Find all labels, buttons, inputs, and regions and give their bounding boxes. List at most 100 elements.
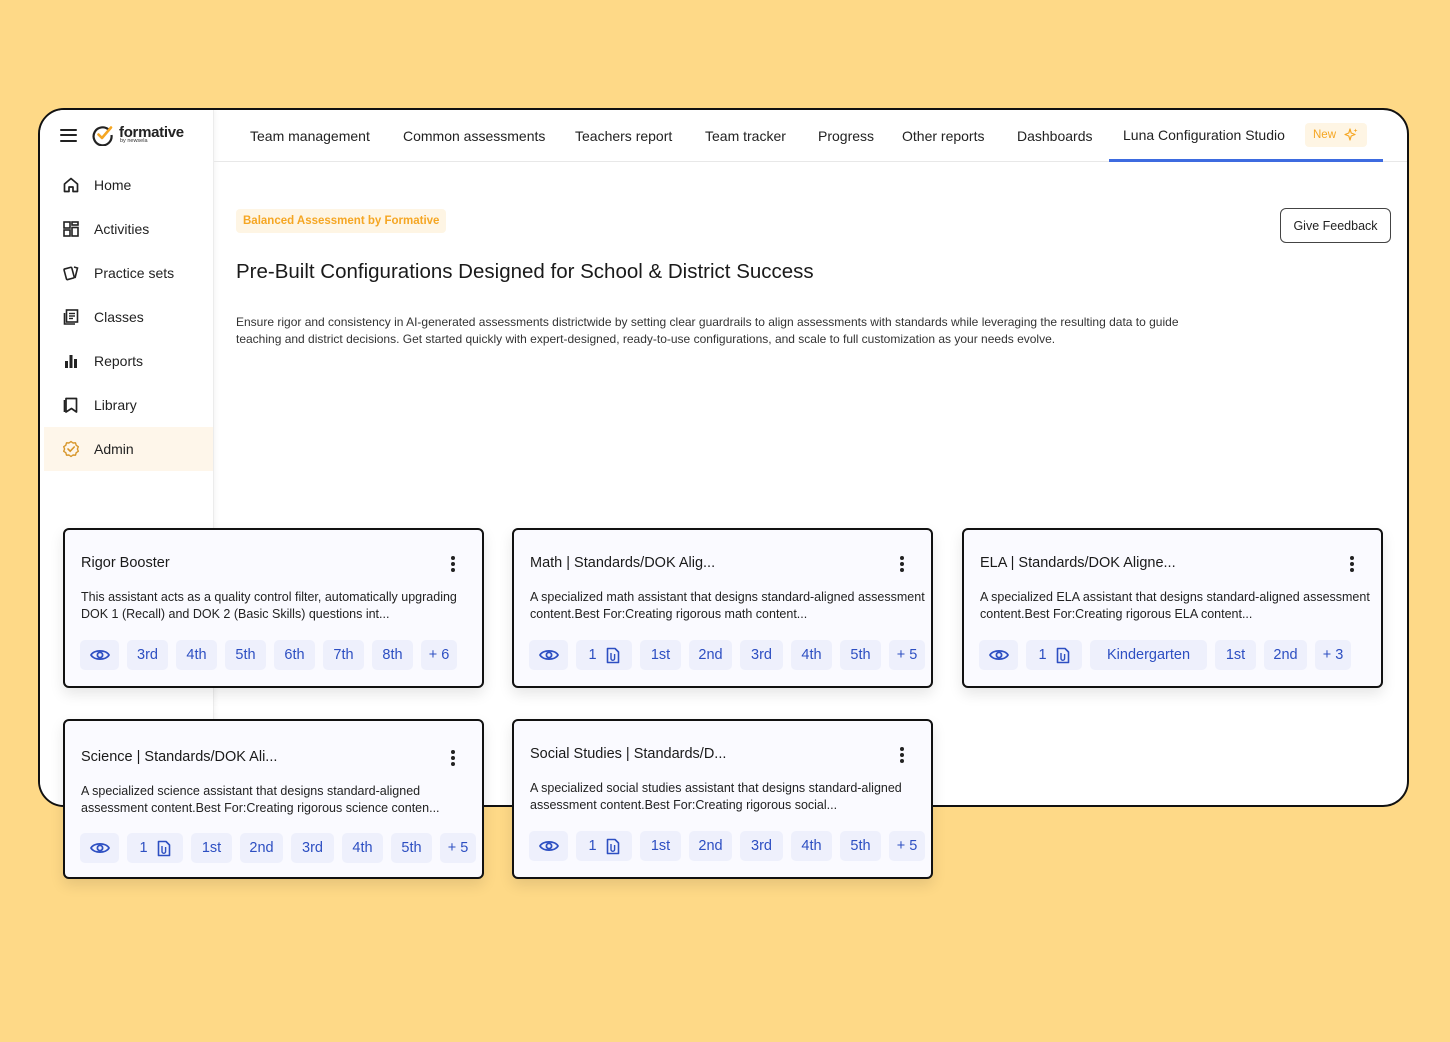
more-grades-chip[interactable]: + 5	[440, 833, 476, 863]
more-grades-chip[interactable]: + 5	[889, 640, 925, 670]
tab-dashboards[interactable]: Dashboards	[1017, 110, 1093, 162]
grade-chip: 1st	[640, 640, 681, 670]
sidebar-nav: Home Activities Practice sets Classes Re…	[44, 163, 213, 471]
sidebar-item-label: Admin	[94, 441, 134, 457]
tab-other-reports[interactable]: Other reports	[902, 110, 984, 162]
grade-chip: 1st	[640, 831, 681, 861]
sidebar-item-activities[interactable]: Activities	[44, 207, 213, 251]
card-title: Social Studies | Standards/D...	[530, 746, 727, 762]
more-options-icon[interactable]	[899, 556, 905, 572]
grade-chip: 1st	[1215, 640, 1256, 670]
sidebar-item-label: Practice sets	[94, 265, 175, 281]
main-content: Balanced Assessment by Formative Give Fe…	[214, 162, 1407, 805]
menu-icon[interactable]	[60, 128, 77, 142]
sidebar-item-label: Reports	[94, 353, 144, 369]
document-count: 1	[588, 838, 597, 854]
more-options-icon[interactable]	[1349, 556, 1355, 572]
preview-button[interactable]	[529, 640, 568, 670]
more-grades-chip[interactable]: + 6	[421, 640, 457, 670]
eye-icon	[89, 649, 110, 661]
grade-chip: 4th	[342, 833, 383, 863]
grade-chip: 2nd	[689, 640, 732, 670]
grade-chip: 5th	[225, 640, 266, 670]
cards-icon	[61, 263, 81, 283]
grade-chip: 6th	[274, 640, 315, 670]
sparkle-icon	[1344, 128, 1358, 141]
card-description: A specialized ELA assistant that designs…	[980, 590, 1370, 621]
give-feedback-button[interactable]: Give Feedback	[1280, 208, 1391, 243]
grade-chip: 2nd	[1264, 640, 1307, 670]
sidebar-item-reports[interactable]: Reports	[44, 339, 213, 383]
grade-chip: 2nd	[689, 831, 732, 861]
more-options-icon[interactable]	[899, 747, 905, 763]
admin-badge-icon	[61, 439, 81, 459]
config-card-science[interactable]: Science | Standards/DOK Ali... A special…	[63, 719, 484, 879]
brand-subline: by newsela	[120, 138, 148, 145]
card-title: ELA | Standards/DOK Aligne...	[980, 555, 1176, 571]
more-grades-chip[interactable]: + 3	[1315, 640, 1351, 670]
grade-chip: 5th	[840, 831, 881, 861]
new-badge: New	[1305, 123, 1367, 147]
config-card-social-studies[interactable]: Social Studies | Standards/D... A specia…	[512, 719, 933, 879]
document-count: 1	[588, 647, 597, 663]
grade-chip: 5th	[840, 640, 881, 670]
preview-button[interactable]	[80, 640, 119, 670]
tab-team-tracker[interactable]: Team tracker	[705, 110, 786, 162]
grade-chip: 3rd	[127, 640, 168, 670]
tab-progress[interactable]: Progress	[818, 110, 874, 162]
more-options-icon[interactable]	[450, 750, 456, 766]
document-icon	[157, 840, 170, 856]
category-pill: Balanced Assessment by Formative	[236, 209, 447, 233]
config-card-rigor-booster[interactable]: Rigor Booster This assistant acts as a q…	[63, 528, 484, 688]
eye-icon	[89, 842, 110, 854]
sidebar-item-label: Library	[94, 397, 137, 413]
grade-chip: 4th	[791, 831, 832, 861]
card-title: Science | Standards/DOK Ali...	[81, 749, 278, 765]
bookmark-icon	[61, 395, 81, 415]
tab-team-management[interactable]: Team management	[250, 110, 370, 162]
classes-icon	[61, 307, 81, 327]
tab-teachers-report[interactable]: Teachers report	[575, 110, 672, 162]
more-options-icon[interactable]	[450, 556, 456, 572]
document-icon	[606, 838, 619, 854]
more-grades-chip[interactable]: + 5	[889, 831, 925, 861]
grade-chip: 7th	[323, 640, 364, 670]
tab-common-assessments[interactable]: Common assessments	[403, 110, 545, 162]
grade-chip: 4th	[791, 640, 832, 670]
logo-text: formative by newsela	[119, 125, 184, 145]
document-count-chip: 1	[1026, 640, 1082, 670]
preview-button[interactable]	[80, 833, 119, 863]
sidebar-item-label: Classes	[94, 309, 144, 325]
bar-chart-icon	[61, 351, 81, 371]
grade-chip: 2nd	[240, 833, 283, 863]
config-card-math[interactable]: Math | Standards/DOK Alig... A specializ…	[512, 528, 933, 688]
document-count: 1	[139, 840, 148, 856]
card-description: A specialized social studies assistant t…	[530, 781, 902, 812]
preview-button[interactable]	[979, 640, 1018, 670]
app-window: formative by newsela Home Activities Pra…	[38, 108, 1409, 807]
grade-chip: 3rd	[740, 831, 783, 861]
grade-chip: Kindergarten	[1090, 640, 1207, 670]
document-count-chip: 1	[576, 831, 632, 861]
card-description: This assistant acts as a quality control…	[81, 590, 457, 621]
config-card-ela[interactable]: ELA | Standards/DOK Aligne... A speciali…	[962, 528, 1383, 688]
preview-button[interactable]	[529, 831, 568, 861]
new-badge-label: New	[1313, 129, 1337, 141]
home-icon	[61, 175, 81, 195]
grade-chip: 3rd	[740, 640, 783, 670]
sidebar-item-admin[interactable]: Admin	[44, 427, 213, 471]
sidebar-item-label: Activities	[94, 221, 150, 237]
document-icon	[1056, 647, 1069, 663]
sidebar-item-home[interactable]: Home	[44, 163, 213, 207]
card-description: A specialized math assistant that design…	[530, 590, 925, 621]
grade-chip: 8th	[372, 640, 413, 670]
grade-chip: 1st	[191, 833, 232, 863]
top-nav: Team management Common assessments Teach…	[214, 110, 1407, 162]
formative-logo-icon	[92, 126, 113, 146]
sidebar-item-library[interactable]: Library	[44, 383, 213, 427]
grid-icon	[61, 219, 81, 239]
document-count-chip: 1	[576, 640, 632, 670]
sidebar-item-classes[interactable]: Classes	[44, 295, 213, 339]
card-description: A specialized science assistant that des…	[81, 784, 440, 815]
sidebar-item-practice-sets[interactable]: Practice sets	[44, 251, 213, 295]
